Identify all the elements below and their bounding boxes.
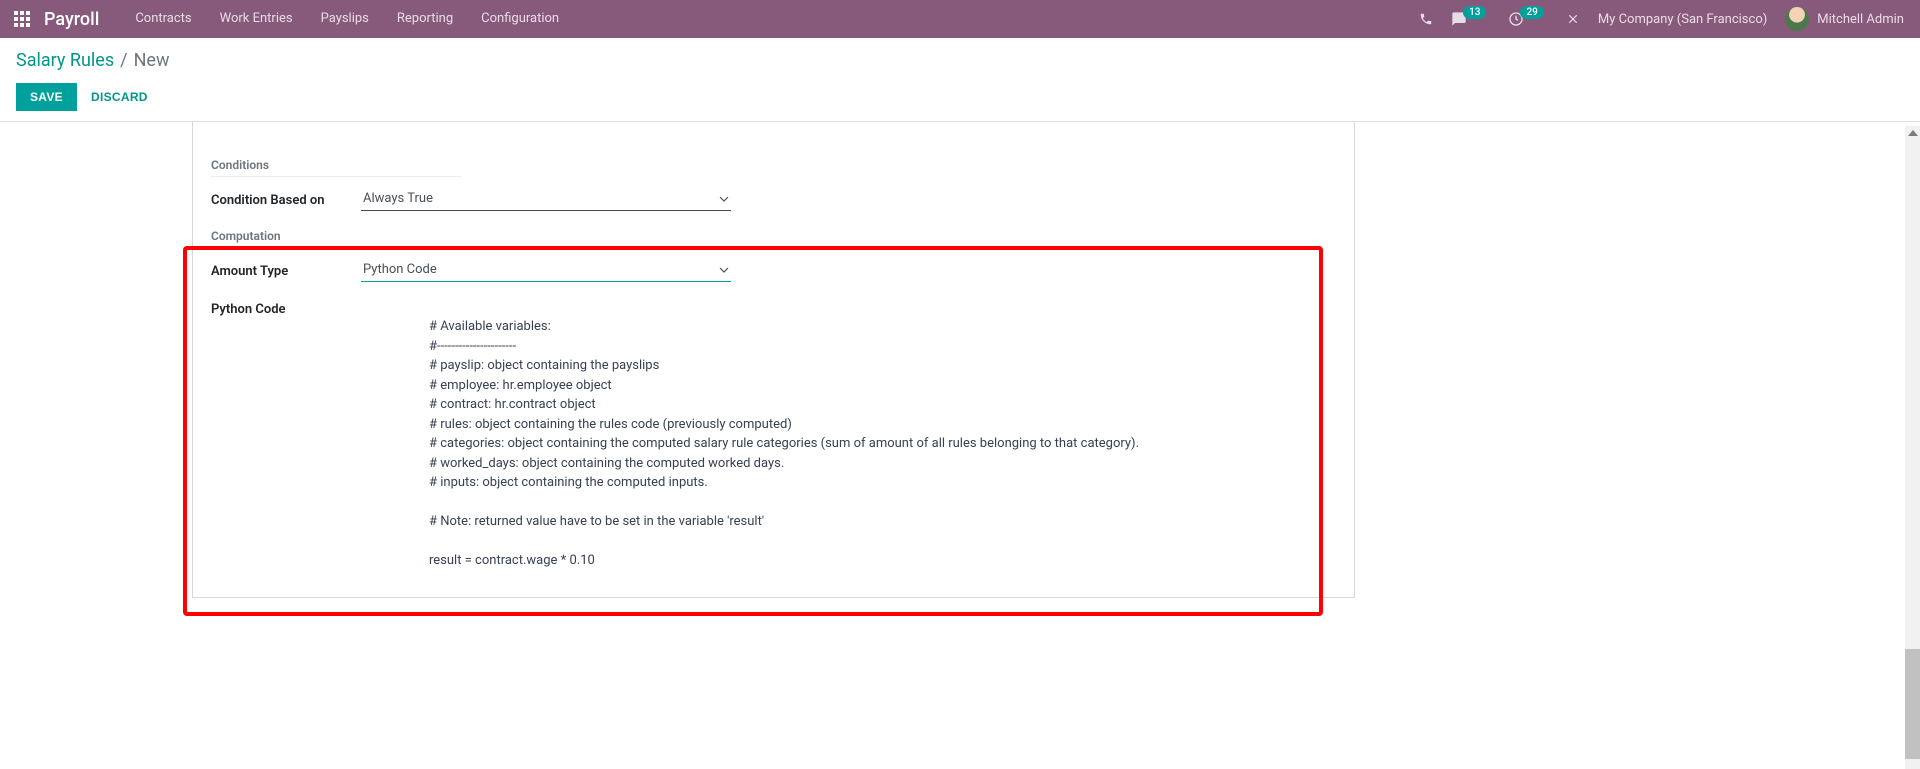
control-actions: SAVE DISCARD: [16, 83, 1904, 111]
nav-item-payslips[interactable]: Payslips: [307, 0, 383, 38]
section-title-computation: Computation: [211, 229, 461, 248]
phone-icon[interactable]: [1419, 12, 1433, 26]
breadcrumb-root[interactable]: Salary Rules: [16, 50, 114, 71]
scroll-thumb[interactable]: [1905, 649, 1920, 759]
breadcrumb-current: New: [134, 50, 170, 71]
user-menu[interactable]: Mitchell Admin: [1785, 7, 1904, 31]
company-switcher[interactable]: My Company (San Francisco): [1598, 12, 1767, 27]
gutter-left: [0, 122, 192, 598]
chevron-down-icon: [719, 265, 729, 275]
nav-item-reporting[interactable]: Reporting: [383, 0, 467, 38]
python-code-textarea[interactable]: # Available variables: #----------------…: [429, 317, 1309, 571]
nav-right: 13 29 My Company (San Francisco) Mitchel…: [1419, 7, 1912, 31]
avatar: [1785, 7, 1809, 31]
section-title-conditions: Conditions: [211, 158, 461, 177]
nav-menu: Contracts Work Entries Payslips Reportin…: [121, 0, 573, 38]
apps-menu-icon[interactable]: [8, 5, 36, 33]
select-amount-type-value: Python Code: [363, 262, 437, 277]
app-title[interactable]: Payroll: [44, 9, 99, 30]
messages-badge: 13: [1463, 6, 1486, 19]
activities-icon[interactable]: 29: [1508, 11, 1547, 27]
nav-item-contracts[interactable]: Contracts: [121, 0, 205, 38]
save-button[interactable]: SAVE: [16, 83, 77, 111]
label-condition-based-on: Condition Based on: [211, 193, 361, 208]
navbar: Payroll Contracts Work Entries Payslips …: [0, 0, 1920, 38]
messages-icon[interactable]: 13: [1451, 11, 1490, 27]
form-body: Conditions Condition Based on Always Tru…: [193, 132, 1354, 571]
form-wrap: Conditions Condition Based on Always Tru…: [0, 122, 1920, 598]
breadcrumb-sep: /: [120, 50, 127, 71]
label-python-code: Python Code: [211, 302, 361, 317]
label-amount-type: Amount Type: [211, 264, 361, 279]
row-python-code: Python Code: [211, 300, 1336, 317]
scrollbar[interactable]: [1905, 126, 1920, 769]
row-amount-type: Amount Type Python Code: [211, 260, 1336, 282]
row-condition-based-on: Condition Based on Always True: [211, 189, 1336, 211]
nav-item-configuration[interactable]: Configuration: [467, 0, 573, 38]
debug-icon[interactable]: [1566, 12, 1580, 26]
nav-left: Payroll Contracts Work Entries Payslips …: [8, 0, 573, 38]
user-name: Mitchell Admin: [1817, 12, 1904, 27]
notebook-tabs-placeholder: [193, 122, 1354, 132]
scroll-up-icon[interactable]: [1908, 130, 1918, 136]
select-condition-based-on[interactable]: Always True: [361, 189, 731, 211]
select-amount-type[interactable]: Python Code: [361, 260, 731, 282]
nav-item-work-entries[interactable]: Work Entries: [206, 0, 307, 38]
discard-button[interactable]: DISCARD: [91, 90, 148, 104]
activities-badge: 29: [1520, 6, 1543, 19]
breadcrumb: Salary Rules / New: [16, 50, 1904, 71]
select-condition-value: Always True: [363, 191, 433, 206]
form-sheet: Conditions Condition Based on Always Tru…: [192, 122, 1355, 598]
chevron-down-icon: [719, 194, 729, 204]
control-bar: Salary Rules / New SAVE DISCARD: [0, 38, 1920, 122]
